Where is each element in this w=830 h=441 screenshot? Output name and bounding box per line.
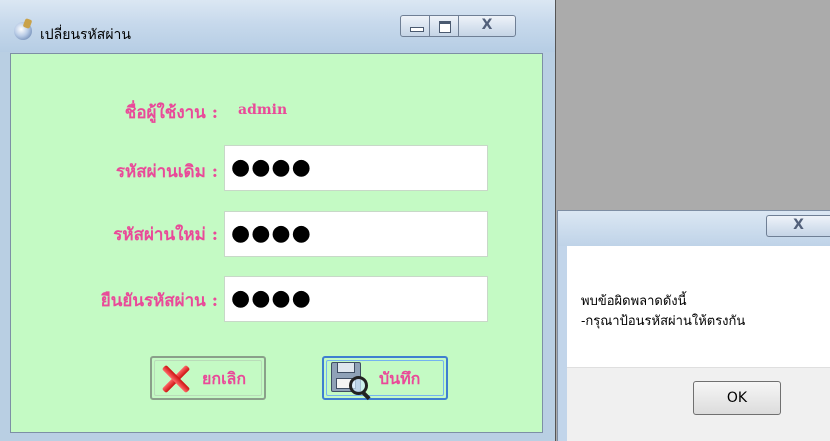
dialog-frame: [557, 246, 567, 441]
save-button-label: บันทึก: [379, 369, 421, 388]
dialog-titlebar[interactable]: X: [557, 210, 830, 246]
dialog-message-line2: -กรุณาป้อนรหัสผ่านให้ตรงกัน: [581, 314, 746, 329]
confirm-password-field[interactable]: ●●●●: [224, 276, 488, 322]
ok-button[interactable]: OK: [693, 381, 781, 415]
floppy-disk-icon: [331, 362, 368, 395]
dialog-close-button[interactable]: X: [766, 215, 830, 237]
new-password-label: รหัสผ่านใหม่ :: [113, 225, 218, 245]
app-icon: [14, 22, 32, 40]
minimize-button[interactable]: [400, 15, 430, 37]
x-mark-icon: [160, 364, 190, 394]
save-button[interactable]: บันทึก: [322, 356, 448, 400]
window-titlebar[interactable]: เปลี่ยนรหัสผ่าน X: [0, 0, 555, 52]
dialog-message-line1: พบข้อผิดพลาดดังนี้: [581, 294, 687, 309]
window-title: เปลี่ยนรหัสผ่าน: [40, 27, 131, 43]
close-icon: X: [793, 217, 804, 233]
new-password-field[interactable]: ●●●●: [224, 211, 488, 257]
confirm-password-label: ยืนยันรหัสผ่าน :: [100, 291, 218, 311]
close-icon: X: [481, 17, 493, 33]
change-password-window: เปลี่ยนรหัสผ่าน X ชื่อผู้ใช้งาน : admin …: [0, 0, 556, 441]
cancel-button-label: ยกเลิก: [202, 369, 247, 388]
window-controls: X: [400, 15, 516, 39]
dialog-message: พบข้อผิดพลาดดังนี้ -กรุณาป้อนรหัสผ่านให้…: [581, 292, 745, 332]
old-password-label: รหัสผ่านเดิม :: [115, 162, 218, 182]
username-value: admin: [238, 102, 288, 118]
error-message-dialog: X พบข้อผิดพลาดดังนี้ -กรุณาป้อนรหัสผ่านใ…: [557, 210, 830, 441]
maximize-button[interactable]: [429, 15, 459, 37]
old-password-field[interactable]: ●●●●: [224, 145, 488, 191]
username-label: ชื่อผู้ใช้งาน :: [124, 103, 218, 123]
close-button[interactable]: X: [458, 15, 516, 37]
form-panel: ชื่อผู้ใช้งาน : admin รหัสผ่านเดิม : ●●●…: [10, 53, 543, 433]
cancel-button[interactable]: ยกเลิก: [150, 356, 266, 400]
